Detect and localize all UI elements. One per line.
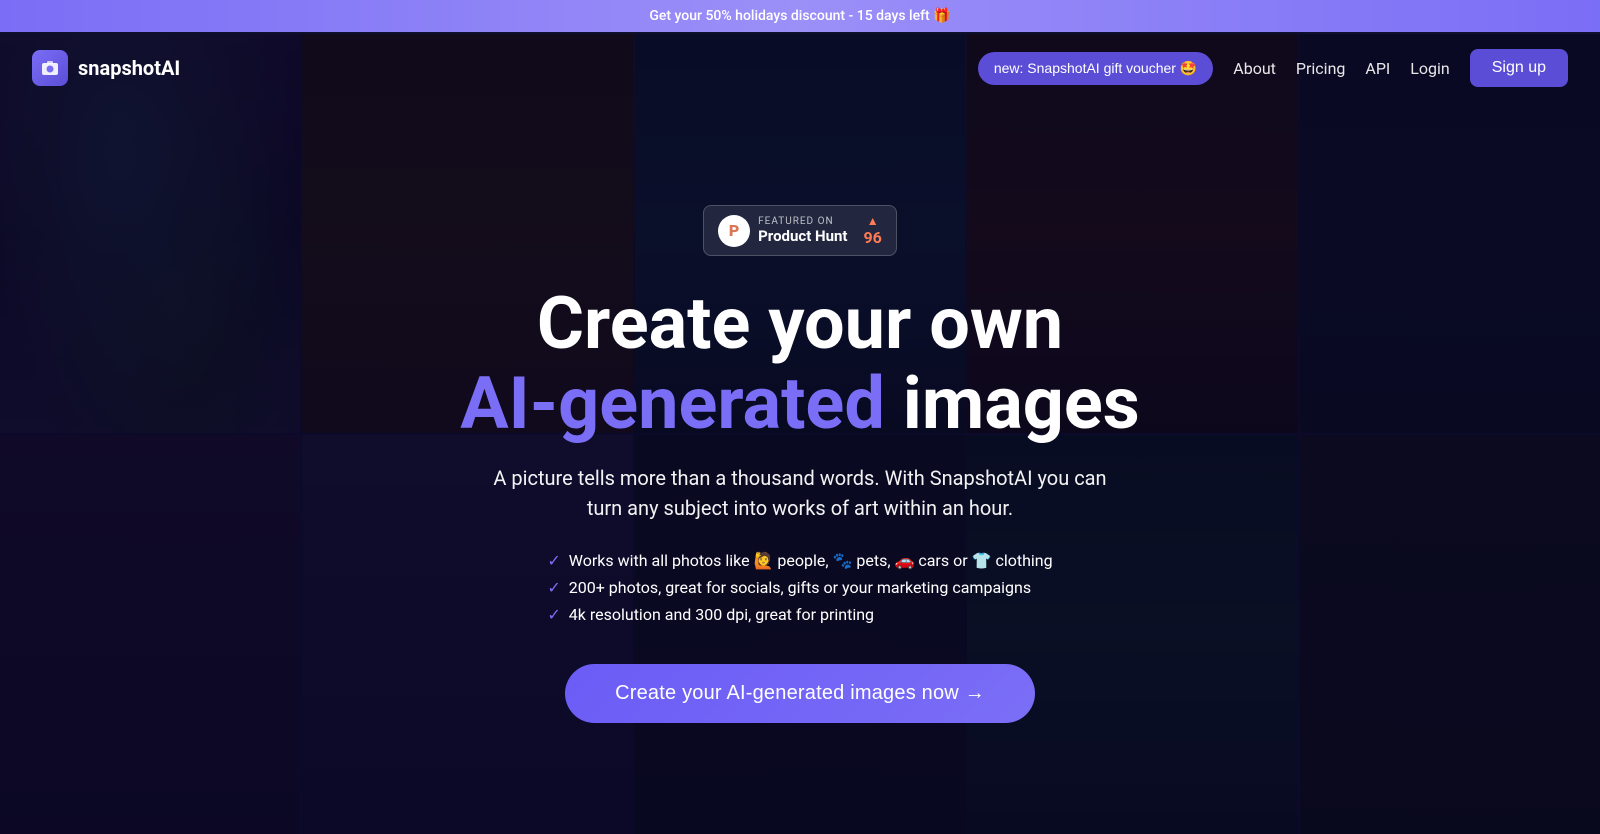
hero-features: ✓ Works with all photos like 🙋 people, 🐾… — [547, 551, 1052, 624]
check-icon-3: ✓ — [547, 605, 560, 624]
ph-featured-label: FEATURED ON — [758, 216, 833, 227]
nav-right: new: SnapshotAI gift voucher 🤩 About Pri… — [978, 49, 1568, 87]
logo[interactable]: snapshotAI — [32, 50, 180, 86]
hero-title-images: images — [903, 361, 1140, 446]
product-hunt-badge[interactable]: P FEATURED ON Product Hunt ▲ 96 — [703, 205, 897, 256]
navbar: snapshotAI new: SnapshotAI gift voucher … — [0, 34, 1600, 102]
feature-text-3: 4k resolution and 300 dpi, great for pri… — [569, 605, 874, 624]
feature-item-3: ✓ 4k resolution and 300 dpi, great for p… — [547, 605, 1052, 624]
banner-text: Get your 50% holidays discount - 15 days… — [649, 8, 950, 24]
hero-title: Create your own AI-generated images — [460, 284, 1139, 442]
top-banner: Get your 50% holidays discount - 15 days… — [0, 0, 1600, 32]
product-hunt-info: FEATURED ON Product Hunt — [758, 216, 847, 245]
hero-title-line1: Create your own — [537, 281, 1063, 366]
nav-link-api[interactable]: API — [1365, 59, 1390, 78]
nav-link-about[interactable]: About — [1233, 59, 1276, 78]
feature-item-1: ✓ Works with all photos like 🙋 people, 🐾… — [547, 551, 1052, 570]
feature-text-1: Works with all photos like 🙋 people, 🐾 p… — [569, 551, 1053, 570]
feature-item-2: ✓ 200+ photos, great for socials, gifts … — [547, 578, 1052, 597]
check-icon-1: ✓ — [547, 551, 560, 570]
hero-subtitle: A picture tells more than a thousand wor… — [480, 463, 1120, 523]
nav-link-login[interactable]: Login — [1410, 59, 1449, 78]
ph-triangle: ▲ — [867, 214, 879, 228]
hero-section: P FEATURED ON Product Hunt ▲ 96 Create y… — [0, 34, 1600, 834]
nav-link-pricing[interactable]: Pricing — [1296, 59, 1346, 78]
feature-text-2: 200+ photos, great for socials, gifts or… — [569, 578, 1031, 597]
ph-name: Product Hunt — [758, 227, 847, 245]
logo-text: snapshotAI — [78, 56, 180, 80]
cta-button[interactable]: Create your AI-generated images now → — [565, 664, 1035, 723]
check-icon-2: ✓ — [547, 578, 560, 597]
product-hunt-score: ▲ 96 — [863, 214, 881, 247]
ph-count: 96 — [863, 228, 881, 247]
product-hunt-logo: P — [718, 215, 750, 247]
signup-button[interactable]: Sign up — [1470, 49, 1568, 87]
hero-title-ai: AI-generated — [460, 361, 885, 446]
logo-icon — [32, 50, 68, 86]
gift-voucher-button[interactable]: new: SnapshotAI gift voucher 🤩 — [978, 52, 1213, 85]
